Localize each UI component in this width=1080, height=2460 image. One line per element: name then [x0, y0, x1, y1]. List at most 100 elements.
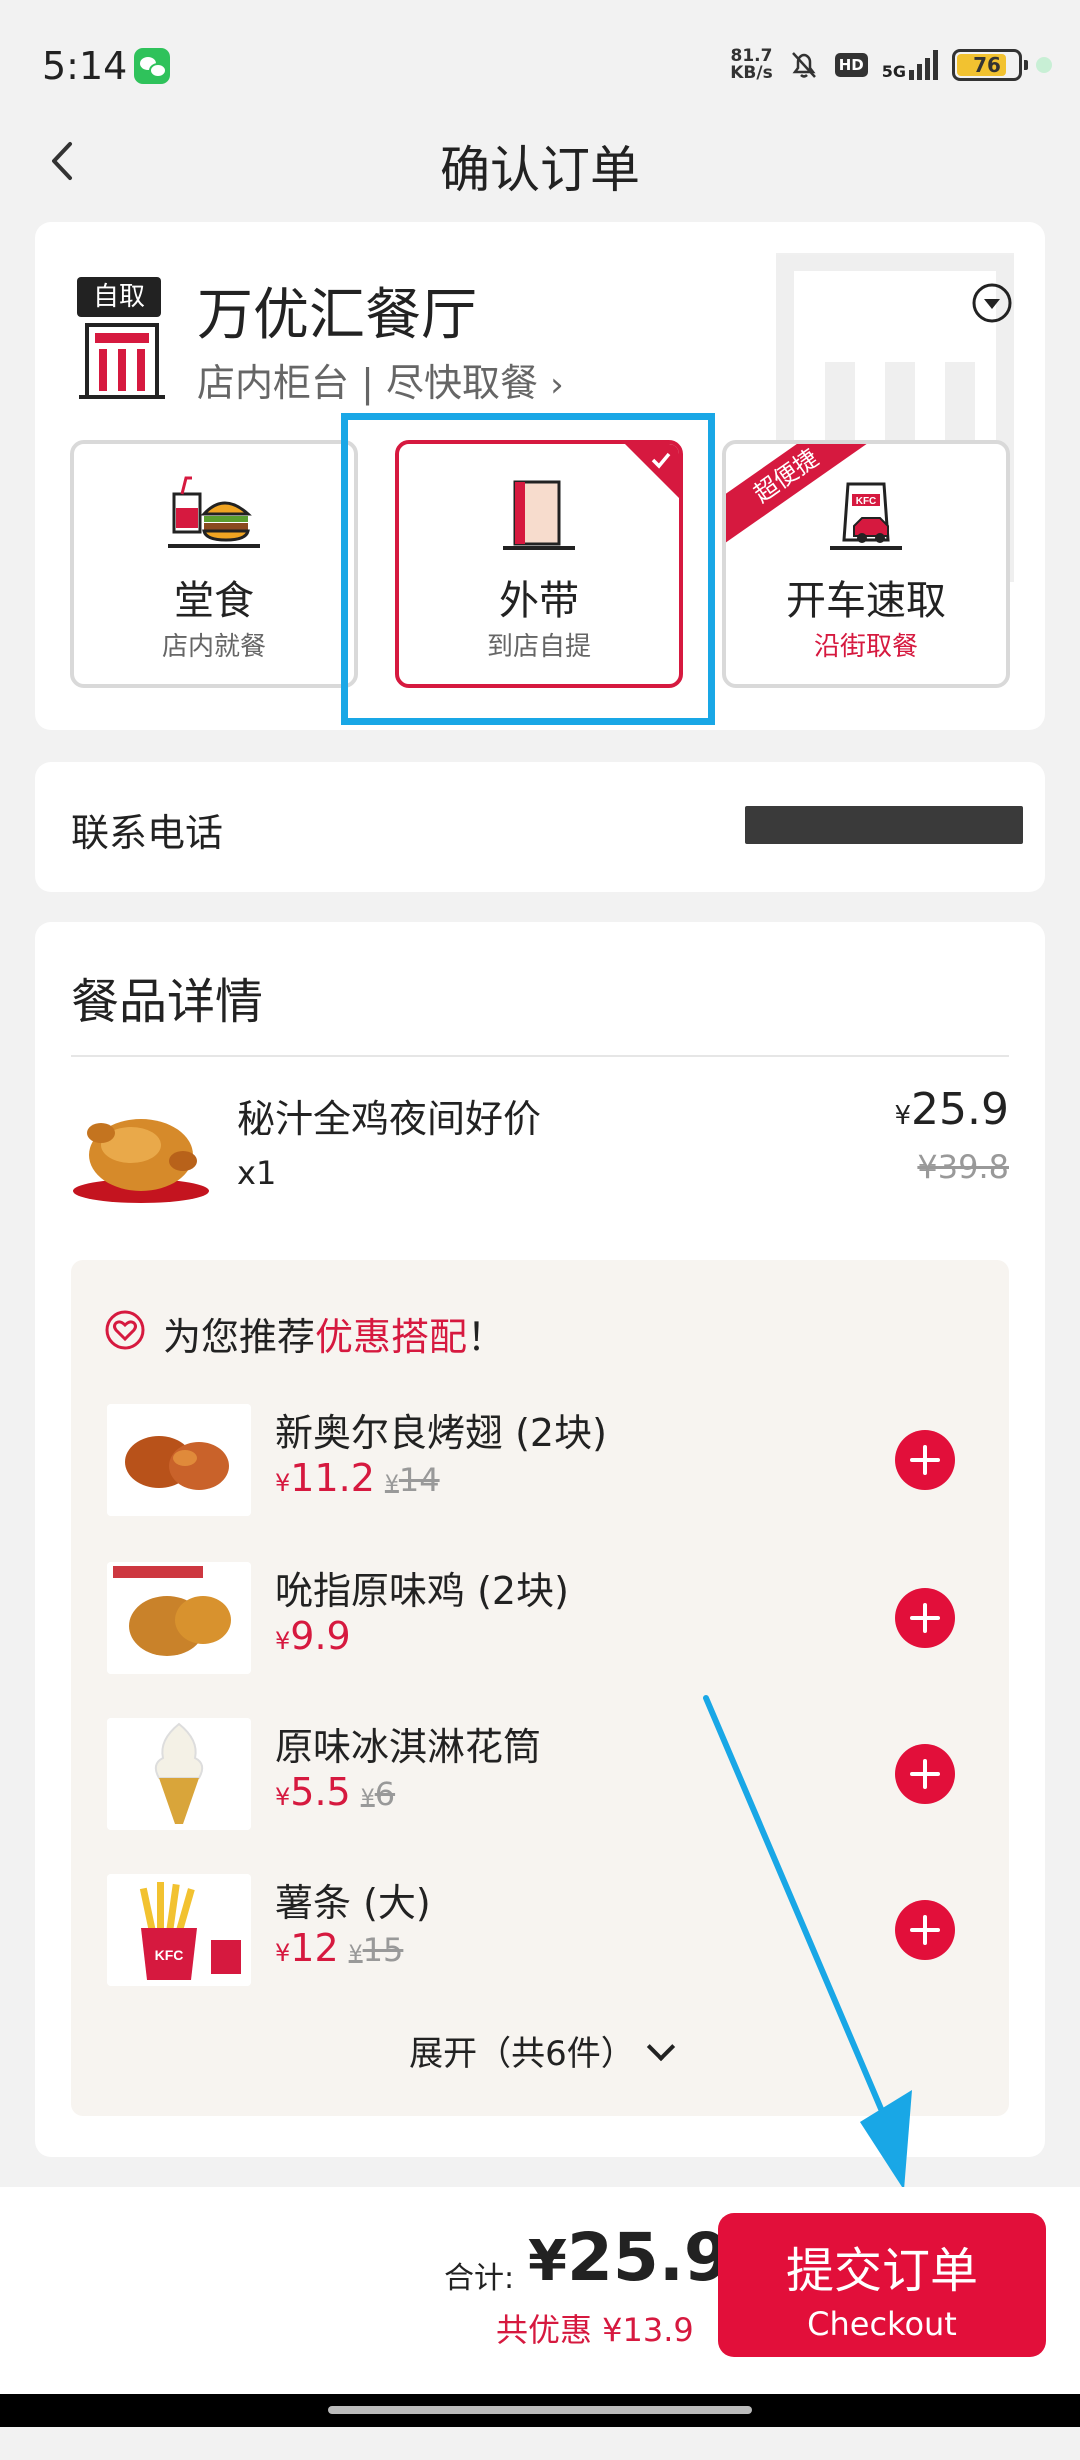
- checkout-footer: 合计: ¥25.9 共优惠 ¥13.9 提交订单 Checkout: [0, 2187, 1080, 2427]
- title-bar: 确认订单: [0, 120, 1080, 202]
- main-item-name: 秘汁全鸡夜间好价: [237, 1097, 542, 1141]
- meal-details-card: 餐品详情 秘汁全鸡夜间好价 x1 ¥25.9 ¥39.8 为您推荐优惠搭配！ 新…: [35, 922, 1045, 2157]
- order-type-sub: 到店自提: [486, 632, 591, 662]
- total-amount: 25.9: [566, 2219, 730, 2296]
- order-type-dine-in[interactable]: 堂食 店内就餐: [70, 440, 358, 688]
- rec-title-prefix: 为您推荐: [163, 1315, 316, 1359]
- network-speed-unit: KB/s: [730, 63, 773, 83]
- rec-item-price-value: 11.2: [290, 1456, 375, 1500]
- add-button[interactable]: [895, 1430, 955, 1490]
- checkout-label-en: Checkout: [807, 2305, 957, 2343]
- takeout-bag-icon: [503, 480, 575, 550]
- contact-phone-redacted[interactable]: [745, 806, 1023, 844]
- whole-chicken-image: [73, 1119, 209, 1203]
- rec-item-original-value: 15: [362, 1931, 404, 1969]
- rec-item-original-value: 14: [398, 1461, 440, 1499]
- order-type-label: 外带: [499, 578, 579, 624]
- order-type-sub: 沿街取餐: [813, 632, 918, 662]
- rec-item-price-value: 5.5: [290, 1770, 351, 1814]
- dine-in-icon: [168, 476, 260, 548]
- add-button[interactable]: [895, 1744, 955, 1804]
- store-card: 自取 万优汇餐厅 店内柜台 | 尽快取餐 › 堂食 店内就餐 外带 到店自提 超…: [35, 222, 1045, 730]
- divider: [71, 1055, 1009, 1057]
- order-type-label: 开车速取: [786, 578, 946, 624]
- rec-item-price: ¥5.5 ¥6: [275, 1770, 395, 1814]
- rec-item-name: 新奥尔良烤翅 (2块): [275, 1411, 607, 1455]
- currency-symbol: ¥: [275, 1469, 291, 1497]
- chevron-right-icon: ›: [550, 365, 564, 405]
- discount-text: 共优惠 ¥13.9: [496, 2311, 694, 2349]
- rec-item-name: 薯条 (大): [275, 1881, 431, 1925]
- currency-symbol: ¥: [360, 1786, 375, 1811]
- add-button[interactable]: [895, 1900, 955, 1960]
- order-type-takeout[interactable]: 外带 到店自提: [395, 440, 683, 688]
- currency-symbol: ¥: [275, 1627, 291, 1655]
- bell-muted-icon: [791, 52, 816, 78]
- main-item-qty: x1: [237, 1154, 277, 1192]
- contact-card[interactable]: 联系电话: [35, 762, 1045, 892]
- pickup-tag: 自取: [77, 277, 161, 317]
- rec-item-price-value: 12: [290, 1926, 339, 1970]
- recommendation-title: 为您推荐优惠搭配！: [163, 1306, 505, 1361]
- rec-item-price: ¥12 ¥15: [275, 1926, 403, 1970]
- store-subtitle[interactable]: 店内柜台 | 尽快取餐 ›: [197, 352, 564, 407]
- rec-item: 原味冰淇淋花筒 ¥5.5 ¥6: [107, 1718, 987, 1834]
- order-type-drive-thru[interactable]: 超便捷 KFC 开车速取 沿街取餐: [722, 440, 1010, 688]
- contact-phone-label: 联系电话: [71, 811, 224, 855]
- rec-item: KFC 薯条 (大) ¥12 ¥15: [107, 1874, 987, 1990]
- signal-bars-icon: [909, 50, 938, 80]
- currency-symbol: ¥: [275, 1939, 291, 1967]
- expand-more-link[interactable]: 展开（共6件）: [71, 2026, 1009, 2075]
- add-button[interactable]: [895, 1588, 955, 1648]
- rec-item: 新奥尔良烤翅 (2块) ¥11.2 ¥14: [107, 1404, 987, 1520]
- signal-type: 5G: [881, 62, 906, 81]
- rec-item-original-value: 6: [374, 1775, 396, 1813]
- status-dot: [1036, 57, 1052, 73]
- currency-symbol: ¥: [894, 1101, 912, 1131]
- original-chicken-image: [107, 1562, 251, 1674]
- status-bar: 5:14 81.7 KB/s HD 5G 76: [0, 0, 1080, 130]
- total-label: 合计:: [444, 2261, 515, 2296]
- chevron-down-icon: [646, 2032, 675, 2062]
- store-name[interactable]: 万优汇餐厅: [197, 270, 477, 351]
- expand-text: 展开（共6件）: [409, 2034, 635, 2074]
- wings-image: [107, 1404, 251, 1516]
- page-title: 确认订单: [440, 141, 640, 199]
- status-icons: 81.7 KB/s HD 5G 76: [730, 48, 1052, 82]
- wechat-notification-icon: [134, 48, 170, 84]
- svg-text:KFC: KFC: [155, 1947, 184, 1963]
- fries-image: KFC: [107, 1874, 251, 1986]
- rec-item: 吮指原味鸡 (2块) ¥9.9: [107, 1562, 987, 1678]
- main-item-price: ¥25.9: [894, 1084, 1009, 1135]
- rec-item-name: 原味冰淇淋花筒: [275, 1725, 542, 1769]
- network-speed: 81.7 KB/s: [730, 48, 772, 82]
- checkout-button[interactable]: 提交订单 Checkout: [718, 2213, 1046, 2357]
- store-subtitle-text: 店内柜台 | 尽快取餐: [197, 361, 538, 405]
- checkout-label-cn: 提交订单: [785, 2243, 978, 2299]
- currency-symbol: ¥: [348, 1942, 363, 1967]
- ice-cream-cone-image: [107, 1718, 251, 1830]
- rec-item-original: ¥14: [385, 1461, 440, 1499]
- home-indicator[interactable]: [328, 2406, 752, 2414]
- cellular-signal: 5G: [882, 50, 938, 80]
- battery-icon: 76: [952, 49, 1028, 81]
- total-value: ¥25.9: [528, 2219, 730, 2296]
- rec-item-name: 吮指原味鸡 (2块): [275, 1569, 569, 1613]
- currency-symbol: ¥: [275, 1783, 291, 1811]
- hd-badge: HD: [834, 53, 868, 77]
- rec-title-suffix: ！: [467, 1315, 506, 1359]
- order-type-sub: 店内就餐: [161, 632, 266, 662]
- heart-icon: [105, 1310, 145, 1350]
- rec-item-original: ¥15: [349, 1931, 404, 1969]
- currency-symbol: ¥: [528, 2229, 567, 2294]
- main-item-original-price: ¥39.8: [917, 1148, 1009, 1186]
- store-dropdown-icon[interactable]: [971, 282, 1013, 324]
- section-title: 餐品详情: [71, 974, 264, 1030]
- rec-item-price: ¥11.2 ¥14: [275, 1456, 440, 1500]
- rec-item-price-value: 9.9: [290, 1614, 351, 1658]
- svg-text:KFC: KFC: [856, 496, 877, 507]
- main-item-price-value: 25.9: [911, 1084, 1009, 1135]
- battery-level: 76: [973, 53, 1001, 77]
- system-nav-bar: [0, 2394, 1080, 2427]
- order-type-label: 堂食: [174, 578, 254, 624]
